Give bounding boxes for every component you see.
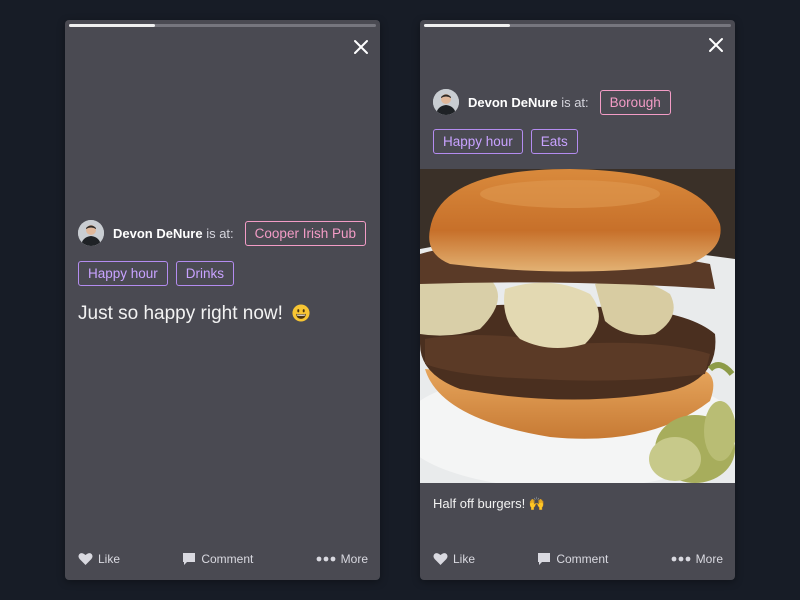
comment-icon [538,553,551,565]
story-progress-track [424,24,731,27]
tag-happy-hour[interactable]: Happy hour [78,261,168,286]
more-icon [316,556,336,562]
status-message: Just so happy right now! [78,303,283,324]
avatar[interactable] [78,220,104,246]
tag-drinks[interactable]: Drinks [175,261,235,286]
story-progress-track [69,24,376,27]
tag-list: Happy hour Eats [433,129,578,154]
tag-happy-hour[interactable]: Happy hour [433,129,523,154]
more-button[interactable]: More [671,552,723,566]
grinning-face-icon [292,304,310,322]
more-button[interactable]: More [316,552,368,566]
author-row: Devon DeNure is at: Cooper Irish Pub [78,220,368,246]
more-label: More [340,552,368,566]
close-button[interactable] [707,36,725,54]
burger-photo[interactable] [420,169,735,483]
user-name[interactable]: Devon DeNure [113,226,203,241]
more-label: More [695,552,723,566]
avatar[interactable] [433,89,459,115]
like-label: Like [453,552,476,566]
heart-icon [433,553,448,565]
story-card[interactable]: Devon DeNure is at: Cooper Irish Pub Hap… [65,20,380,580]
tag-eats[interactable]: Eats [530,129,578,154]
action-bar: Like Comment More [78,550,368,568]
comment-button[interactable]: Comment [537,552,608,566]
comment-label: Comment [556,552,609,566]
story-progress-fill [424,24,510,27]
action-bar: Like Comment More [433,550,723,568]
user-line: Devon DeNure is at: [468,95,589,110]
user-name[interactable]: Devon DeNure [468,95,558,110]
location-tag[interactable]: Borough [599,89,671,115]
status-text: Just so happy right now! [78,303,310,325]
story-card[interactable]: Devon DeNure is at: Borough Happy hour E… [420,20,735,580]
user-line: Devon DeNure is at: [113,226,234,241]
close-button[interactable] [352,38,370,56]
story-progress-fill [69,24,155,27]
caption: Half off burgers! 🙌 [433,496,546,511]
comment-icon [183,553,196,565]
tag-list: Happy hour Drinks [78,261,235,286]
like-button[interactable]: Like [78,552,120,566]
comment-button[interactable]: Comment [182,552,253,566]
is-at-label: is at: [561,94,589,110]
is-at-label: is at: [206,225,234,241]
author-row: Devon DeNure is at: Borough [433,89,723,115]
close-icon [354,40,368,54]
location-tag[interactable]: Cooper Irish Pub [244,220,366,246]
like-label: Like [98,552,121,566]
comment-label: Comment [201,552,254,566]
like-button[interactable]: Like [433,552,475,566]
close-icon [709,38,723,52]
more-icon [671,556,691,562]
heart-icon [78,553,93,565]
